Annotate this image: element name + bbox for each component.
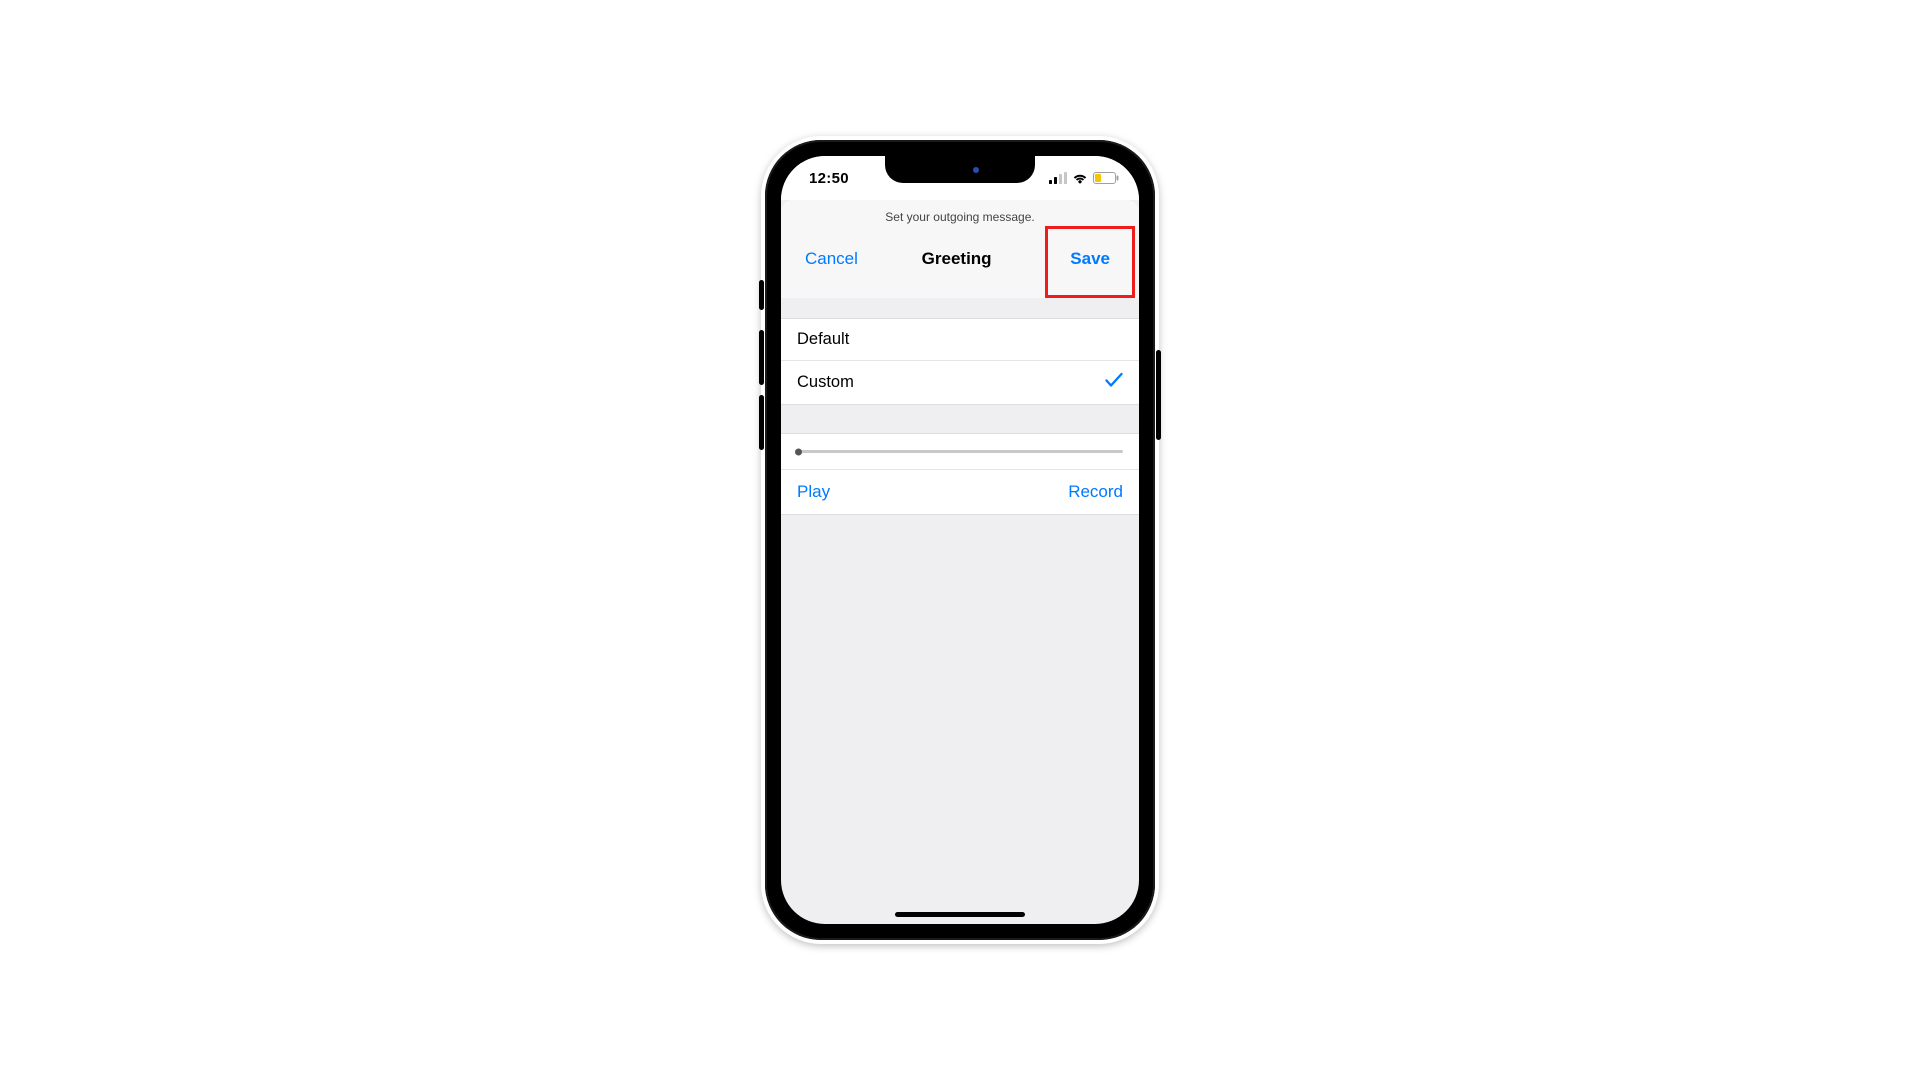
save-button[interactable]: Save — [1060, 243, 1120, 275]
phone-device-frame: 12:50 — [765, 140, 1155, 940]
play-button[interactable]: Play — [797, 482, 830, 502]
option-label: Custom — [797, 373, 854, 392]
playback-group: Play Record — [781, 433, 1139, 515]
checkmark-icon — [1105, 372, 1123, 393]
power-button[interactable] — [1156, 350, 1161, 440]
status-time: 12:50 — [809, 170, 849, 187]
playback-scrubber[interactable] — [781, 434, 1139, 469]
option-label: Default — [797, 330, 849, 349]
volume-down-button[interactable] — [759, 395, 764, 450]
home-indicator[interactable] — [895, 912, 1025, 917]
silence-switch[interactable] — [759, 280, 764, 310]
battery-icon — [1093, 172, 1119, 184]
option-custom[interactable]: Custom — [781, 360, 1139, 404]
cancel-button[interactable]: Cancel — [795, 243, 868, 275]
volume-up-button[interactable] — [759, 330, 764, 385]
scrubber-thumb-icon[interactable] — [795, 448, 802, 455]
camera-dot-icon — [973, 167, 979, 173]
sheet-header: Set your outgoing message. Cancel Greeti… — [781, 200, 1139, 298]
record-button[interactable]: Record — [1068, 482, 1123, 502]
save-highlight-box: Save — [1045, 226, 1135, 298]
phone-screen: 12:50 — [781, 156, 1139, 924]
empty-area — [781, 515, 1139, 924]
cellular-signal-icon — [1049, 172, 1067, 184]
notch — [885, 156, 1035, 183]
option-default[interactable]: Default — [781, 319, 1139, 360]
header-subtitle: Set your outgoing message. — [795, 210, 1125, 224]
wifi-icon — [1072, 172, 1088, 184]
greeting-options-group: Default Custom — [781, 318, 1139, 405]
page-title: Greeting — [922, 249, 992, 269]
scrubber-track — [797, 450, 1123, 453]
